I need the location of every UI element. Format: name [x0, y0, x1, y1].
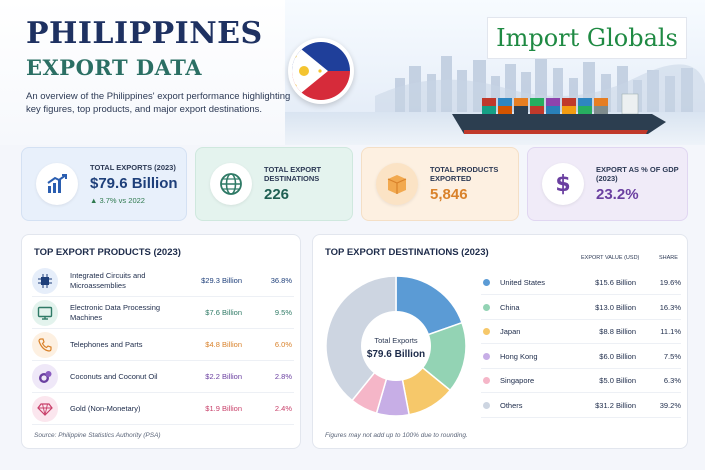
top-destinations-panel: TOP EXPORT DESTINATIONS (2023) EXPORT VA…: [312, 234, 688, 449]
destinations-donut-chart: Total Exports $79.6 Billion: [325, 275, 467, 417]
product-row: Integrated Circuits and Microassemblies $…: [32, 265, 294, 297]
legend-swatch: [483, 352, 490, 360]
destination-name: China: [500, 302, 520, 312]
destination-value: $6.0 Billion: [599, 351, 636, 361]
destination-value: $15.6 Billion: [595, 278, 636, 287]
product-row: Gold (Non-Monetary) $1.9 Billion 2.4%: [32, 393, 294, 425]
legend-swatch: [483, 279, 490, 286]
product-row: Electronic Data Processing Machines $7.6 …: [32, 297, 294, 329]
destination-row: Hong Kong $6.0 Billion 7.5%: [481, 345, 681, 369]
chip-icon: [32, 267, 58, 294]
destination-row: China $13.0 Billion 16.3%: [481, 296, 681, 320]
destination-row: Others $31.2 Billion 39.2%: [481, 394, 681, 418]
product-name: Coconuts and Coconut Oil: [70, 371, 158, 381]
kpi-delta: ▲ 3.7% vs 2022: [90, 196, 145, 205]
destination-name: Others: [500, 401, 523, 410]
destination-share: 39.2%: [659, 401, 681, 410]
destination-value: $13.0 Billion: [595, 302, 636, 312]
legend-swatch: [483, 377, 490, 385]
product-value: $1.9 Billion: [205, 404, 242, 413]
product-name: Gold (Non-Monetary): [70, 403, 141, 413]
legend-swatch: [483, 402, 490, 409]
kpi-label: TOTAL EXPORT DESTINATIONS: [264, 165, 322, 183]
page-title-line1: PHILIPPINES: [26, 16, 263, 51]
kpi-label: EXPORT AS % OF GDP (2023): [596, 165, 679, 183]
product-value: $7.6 Billion: [205, 308, 242, 317]
kpi-export-destinations: TOTAL EXPORT DESTINATIONS 226: [195, 147, 353, 221]
destination-value: $8.8 Billion: [599, 327, 636, 337]
brand-name: Import Globals: [496, 24, 678, 52]
destination-name: Japan: [500, 327, 521, 337]
legend-swatch: [483, 303, 490, 311]
destination-row: Japan $8.8 Billion 11.1%: [481, 320, 681, 345]
product-value: $29.3 Billion: [201, 276, 242, 285]
products-title: TOP EXPORT PRODUCTS (2023): [34, 247, 181, 258]
kpi-value: 5,846: [430, 186, 468, 203]
product-row: Coconuts and Coconut Oil $2.2 Billion 2.8%: [32, 361, 294, 393]
dollar-icon: $: [542, 163, 584, 205]
destination-share: 16.3%: [659, 302, 681, 312]
product-share: 9.5%: [274, 308, 292, 317]
brand-logo[interactable]: Import Globals: [487, 17, 687, 59]
product-share: 6.0%: [274, 340, 292, 349]
philippine-flag-icon: [288, 38, 354, 104]
destination-value: $5.0 Billion: [599, 376, 636, 386]
destination-row: Singapore $5.0 Billion 6.3%: [481, 369, 681, 394]
product-value: $4.8 Billion: [205, 340, 242, 349]
cargo-ship-image: [452, 93, 666, 134]
kpi-export-gdp: $ EXPORT AS % OF GDP (2023) 23.2%: [527, 147, 688, 221]
kpi-label: TOTAL EXPORTS (2023): [90, 163, 176, 172]
product-share: 2.4%: [274, 404, 292, 413]
kpi-value: $79.6 Billion: [90, 175, 178, 192]
kpi-value: 23.2%: [596, 186, 639, 203]
destination-row: United States $15.6 Billion 19.6%: [481, 271, 681, 295]
source-note: Source: Philippine Statistics Authority …: [34, 432, 161, 439]
column-header-value: EXPORT VALUE (USD): [581, 255, 640, 261]
kpi-total-products: TOTAL PRODUCTS EXPORTED 5,846: [361, 147, 519, 221]
destination-value: $31.2 Billion: [595, 401, 636, 410]
product-share: 36.8%: [270, 276, 292, 285]
donut-center-label: Total Exports: [374, 336, 418, 345]
globe-icon: [210, 163, 252, 205]
product-name: Telephones and Parts: [70, 339, 143, 349]
product-value: $2.2 Billion: [205, 372, 242, 381]
destination-share: 7.5%: [663, 351, 681, 361]
destination-share: 11.1%: [660, 327, 681, 337]
phone-icon: [32, 331, 58, 358]
page-subtitle: An overview of the Philippines' export p…: [26, 91, 291, 115]
product-name: Integrated Circuits and Microassemblies: [70, 270, 146, 290]
destination-name: United States: [500, 278, 546, 287]
header-banner: PHILIPPINES EXPORT DATA An overview of t…: [0, 0, 705, 145]
top-products-panel: TOP EXPORT PRODUCTS (2023) Integrated Ci…: [21, 234, 301, 449]
kpi-value: 226: [264, 186, 290, 203]
kpi-label: TOTAL PRODUCTS EXPORTED: [430, 165, 499, 183]
product-share: 2.8%: [274, 372, 292, 381]
coconut-icon: [32, 363, 58, 390]
page-title-line2: EXPORT DATA: [26, 55, 203, 80]
destination-share: 19.6%: [659, 278, 681, 287]
destination-share: 6.3%: [663, 376, 681, 386]
destinations-title: TOP EXPORT DESTINATIONS (2023): [325, 247, 489, 258]
rounding-note: Figures may not add up to 100% due to ro…: [325, 432, 468, 439]
product-row: Telephones and Parts $4.8 Billion 6.0%: [32, 329, 294, 361]
gem-icon: [32, 395, 58, 422]
monitor-icon: [32, 299, 58, 326]
column-header-share: SHARE: [659, 255, 678, 261]
chart-up-icon: [36, 163, 78, 205]
legend-swatch: [483, 328, 490, 336]
product-name: Electronic Data Processing Machines: [70, 302, 161, 322]
kpi-total-exports: TOTAL EXPORTS (2023) $79.6 Billion ▲ 3.7…: [21, 147, 187, 221]
destination-name: Hong Kong: [500, 351, 538, 361]
box-icon: [376, 163, 418, 205]
destination-name: Singapore: [500, 376, 535, 386]
donut-center-value: $79.6 Billion: [367, 349, 425, 360]
